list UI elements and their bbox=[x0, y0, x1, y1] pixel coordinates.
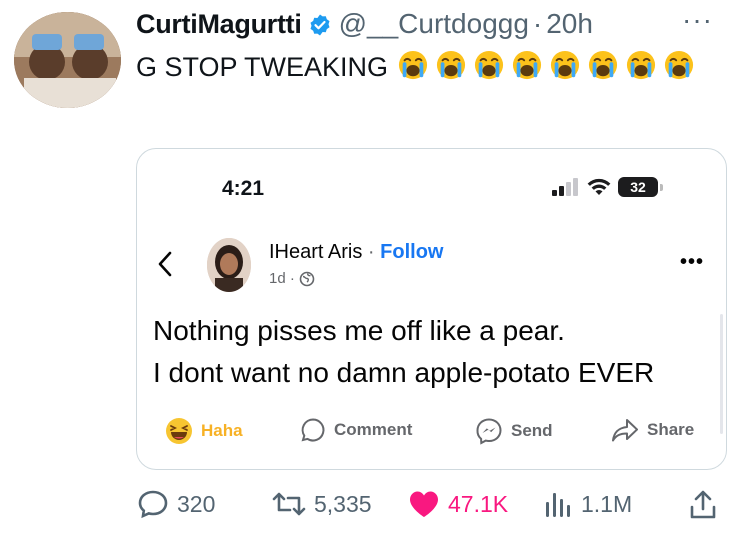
tweet-body: G STOP TWEAKING bbox=[136, 52, 389, 82]
reply-icon bbox=[138, 490, 168, 519]
status-bar-icons: 32 bbox=[552, 177, 663, 197]
loudly-crying-face-icon bbox=[474, 50, 504, 80]
signal-icon bbox=[552, 178, 578, 196]
wifi-icon bbox=[587, 178, 611, 195]
back-chevron-icon[interactable] bbox=[157, 251, 173, 282]
engagement-bar: 320 5,335 47.1K 1.1M bbox=[0, 485, 750, 525]
tweet-header: CurtiMagurtti @__Curtdoggg · 20h bbox=[136, 8, 593, 40]
more-options-icon[interactable]: ··· bbox=[682, 4, 713, 36]
send-button[interactable]: Send bbox=[475, 417, 553, 445]
like-button[interactable]: 47.1K bbox=[408, 489, 508, 519]
loudly-crying-face-icon bbox=[436, 50, 466, 80]
emoji-group bbox=[398, 50, 702, 82]
verified-badge-icon bbox=[308, 13, 332, 37]
post-text-line-1: Nothing pisses me off like a pear. bbox=[153, 315, 565, 346]
post-age: 1d · bbox=[269, 270, 295, 287]
loudly-crying-face-icon bbox=[512, 50, 542, 80]
scrollbar[interactable] bbox=[720, 314, 723, 434]
profile-avatar[interactable] bbox=[14, 12, 121, 108]
loudly-crying-face-icon bbox=[550, 50, 580, 80]
repost-count: 5,335 bbox=[314, 490, 372, 517]
status-bar-time: 4:21 bbox=[222, 177, 265, 200]
loudly-crying-face-icon bbox=[398, 50, 428, 80]
loudly-crying-face-icon bbox=[588, 50, 618, 80]
share-button[interactable]: Share bbox=[611, 417, 694, 443]
share-tweet-button[interactable] bbox=[688, 489, 718, 521]
send-label: Send bbox=[511, 421, 553, 440]
analytics-icon bbox=[546, 493, 570, 517]
reply-count: 320 bbox=[177, 490, 216, 517]
post-more-icon[interactable]: ••• bbox=[680, 251, 704, 274]
upload-share-icon bbox=[690, 490, 716, 519]
post-actions: Haha Comment Send Share bbox=[137, 417, 726, 445]
post-meta: 1d · bbox=[269, 270, 315, 287]
separator-dot: · bbox=[532, 8, 543, 39]
messenger-icon bbox=[476, 418, 502, 445]
battery-icon: 32 bbox=[618, 177, 658, 197]
haha-emoji-icon bbox=[166, 418, 192, 444]
haha-button[interactable]: Haha bbox=[165, 417, 243, 445]
post-text-line-2: I dont want no damn apple-potato EVER bbox=[153, 357, 655, 388]
poster-avatar[interactable] bbox=[207, 238, 251, 292]
repost-icon bbox=[272, 492, 306, 516]
loudly-crying-face-icon bbox=[664, 50, 694, 80]
comment-button[interactable]: Comment bbox=[300, 417, 412, 443]
like-count: 47.1K bbox=[448, 490, 509, 517]
comment-label: Comment bbox=[334, 420, 413, 439]
embedded-screenshot[interactable]: 4:21 32 IHeart Aris · Follow 1d · ••• No… bbox=[136, 148, 727, 470]
share-arrow-icon bbox=[612, 419, 638, 442]
haha-label: Haha bbox=[201, 421, 243, 440]
battery-tip bbox=[660, 183, 663, 191]
views-button[interactable]: 1.1M bbox=[543, 489, 632, 519]
follow-separator: · bbox=[362, 241, 381, 263]
follow-button[interactable]: Follow bbox=[380, 241, 443, 263]
views-count: 1.1M bbox=[581, 490, 633, 517]
poster-line: IHeart Aris · Follow bbox=[269, 241, 443, 264]
share-label: Share bbox=[647, 420, 695, 439]
repost-button[interactable]: 5,335 bbox=[272, 489, 372, 519]
heart-icon bbox=[410, 491, 438, 517]
author-handle[interactable]: @__Curtdoggg bbox=[339, 8, 529, 40]
globe-icon bbox=[299, 271, 315, 286]
comment-icon bbox=[301, 418, 325, 442]
tweet-age[interactable]: 20h bbox=[546, 8, 593, 40]
loudly-crying-face-icon bbox=[626, 50, 656, 80]
author-name[interactable]: CurtiMagurtti bbox=[136, 9, 302, 40]
reply-button[interactable]: 320 bbox=[137, 489, 215, 519]
poster-name[interactable]: IHeart Aris bbox=[269, 241, 362, 263]
tweet-text: G STOP TWEAKING bbox=[136, 47, 716, 87]
